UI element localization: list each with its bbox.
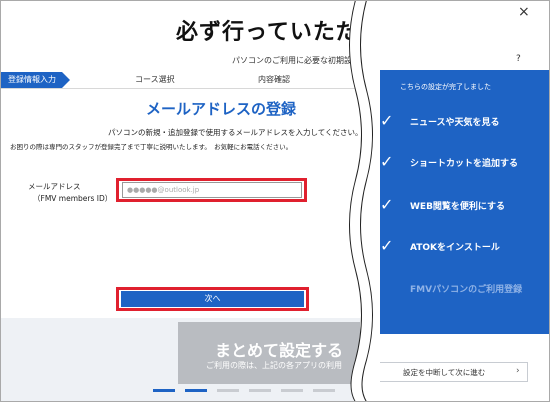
check-icon: ✓ bbox=[380, 111, 394, 130]
page-indicator-5 bbox=[281, 389, 303, 392]
task-news-weather: ニュースや天気を見る bbox=[410, 118, 500, 128]
email-label: メールアドレス bbox=[28, 182, 81, 191]
email-input[interactable] bbox=[122, 182, 302, 198]
page-indicator-1 bbox=[153, 389, 175, 392]
page-indicator-2 bbox=[185, 389, 207, 392]
description-line-2: お困りの際は専門のスタッフが登録完了まで丁寧に説明いたします。 お気軽にお電話く… bbox=[10, 143, 293, 151]
step-registration-info: 登録情報入力 bbox=[0, 72, 70, 88]
setup-all-title: まとめて設定する bbox=[215, 341, 344, 360]
check-icon: ✓ bbox=[380, 152, 394, 171]
step-course-select: コース選択 bbox=[135, 75, 175, 84]
chevron-right-icon: › bbox=[516, 366, 520, 376]
wavy-separator bbox=[349, 0, 380, 402]
task-web-browsing: WEB閲覧を便利にする bbox=[410, 202, 506, 212]
close-icon[interactable]: × bbox=[518, 4, 530, 20]
next-button[interactable]: 次へ bbox=[121, 291, 304, 307]
check-icon: ✓ bbox=[380, 195, 394, 214]
page-indicator-4 bbox=[249, 389, 271, 392]
task-fmv-registration: FMVパソコンのご利用登録 bbox=[410, 285, 523, 295]
description-line-1: パソコンの新規・追加登録で使用するメールアドレスを入力してください。 bbox=[108, 128, 363, 137]
email-label-sub: （FMV members ID） bbox=[33, 194, 113, 203]
help-icon[interactable]: ? bbox=[516, 54, 521, 64]
step-confirm: 内容確認 bbox=[258, 75, 290, 84]
task-shortcut: ショートカットを追加する bbox=[410, 159, 519, 169]
setup-all-subtext: ご利用の際は、上記の各アプリの利用 bbox=[206, 361, 342, 370]
panel-title: メールアドレスの登録 bbox=[146, 100, 297, 118]
task-atok-install: ATOKをインストール bbox=[410, 243, 500, 253]
skip-and-next-button[interactable]: 設定を中断して次に進む bbox=[366, 362, 528, 382]
settings-complete-text: こちらの設定が完了しました bbox=[400, 83, 491, 91]
page-indicator-3 bbox=[217, 389, 239, 392]
check-icon: ✓ bbox=[380, 236, 394, 255]
